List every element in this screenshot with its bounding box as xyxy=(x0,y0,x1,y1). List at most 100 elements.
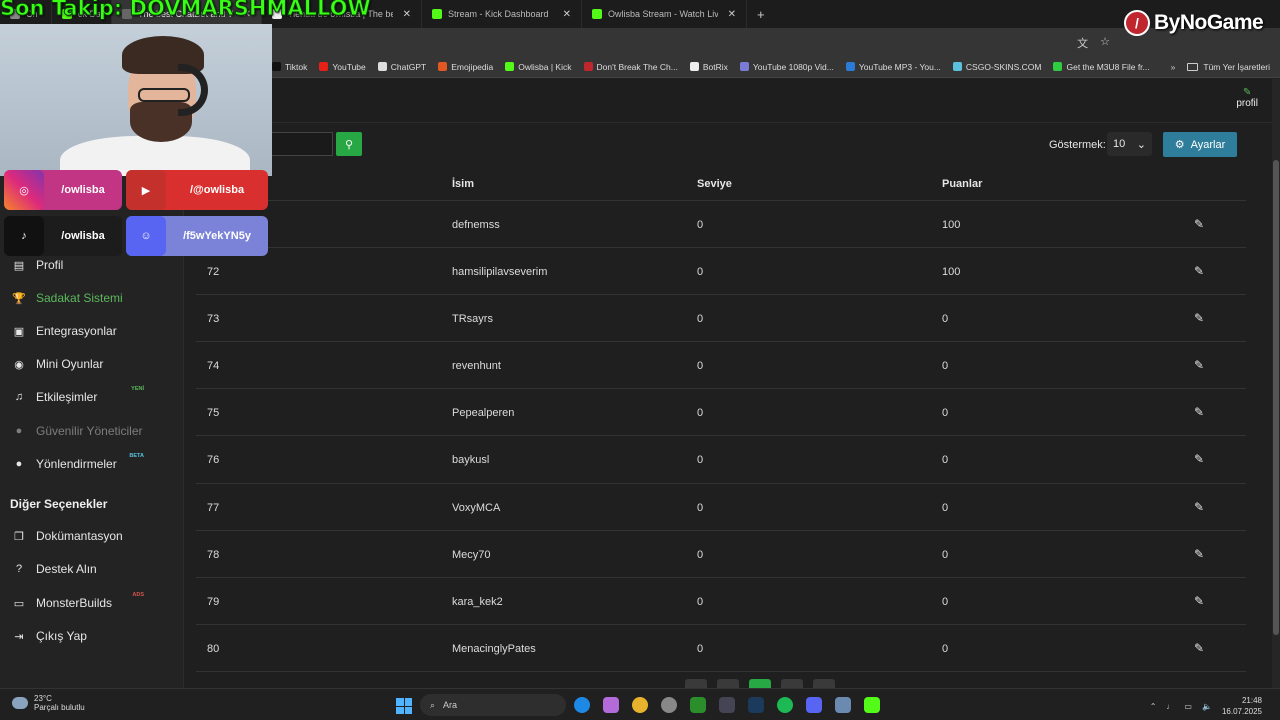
sidebar-item-label: Destek Alın xyxy=(36,562,97,576)
row-name: hamsilipilavseverim xyxy=(452,266,548,279)
sidebar-item[interactable]: ▤ Profil xyxy=(12,258,172,272)
bookmark-label: BotRix xyxy=(702,61,728,72)
browser-tab[interactable]: Stream - Kick Dashboard ✕ xyxy=(422,0,582,28)
column-header-level[interactable]: Seviye xyxy=(697,178,732,190)
bookmark-favicon-icon xyxy=(438,62,448,71)
page-size-value: 10 xyxy=(1113,138,1126,150)
edit-pencil-icon[interactable]: ✎ xyxy=(1194,500,1204,514)
edit-pencil-icon[interactable]: ✎ xyxy=(1194,641,1204,655)
edge-icon[interactable] xyxy=(574,697,590,713)
windows-start-icon[interactable] xyxy=(396,698,412,714)
obs-icon[interactable] xyxy=(661,697,677,713)
instagram-icon: ◎ xyxy=(4,170,44,210)
sidebar-item[interactable]: ⇥ Çıkış Yap xyxy=(12,629,172,643)
new-tab-button[interactable]: + xyxy=(747,7,775,22)
sidebar-item[interactable]: ♫ Etkileşimler YENİ xyxy=(12,386,172,404)
sidebar-item-label: MonsterBuilds xyxy=(36,596,113,610)
bookmark-favicon-icon xyxy=(845,62,855,71)
edit-pencil-icon[interactable]: ✎ xyxy=(1194,547,1204,561)
sidebar-item[interactable]: ❐ Dokümantasyon xyxy=(12,529,172,543)
settings-icon[interactable] xyxy=(835,697,851,713)
edit-pencil-icon[interactable]: ✎ xyxy=(1194,452,1204,466)
bookmark-label: YouTube xyxy=(332,61,366,72)
tab-label: Stream - Kick Dashboard xyxy=(448,9,549,19)
steam-icon[interactable] xyxy=(748,697,764,713)
star-icon[interactable]: ☆ xyxy=(1100,35,1110,51)
discord-icon[interactable] xyxy=(806,697,822,713)
volume-icon[interactable]: 🔈 xyxy=(1202,702,1212,711)
bookmark-label: CSGO-SKINS.COM xyxy=(965,61,1042,72)
sidebar-item[interactable]: ▭ MonsterBuilds ADS xyxy=(12,592,172,610)
page-size-select[interactable]: 10 ⌄ xyxy=(1107,132,1152,156)
sidebar-item[interactable]: 🏆 Sadakat Sistemi xyxy=(12,291,172,305)
close-icon[interactable]: ✕ xyxy=(403,9,411,20)
bookmark-item[interactable]: ChatGPT xyxy=(377,62,426,72)
kick-icon[interactable] xyxy=(864,697,880,713)
bookmark-item[interactable]: Get the M3U8 File fr... xyxy=(1053,62,1150,72)
spotify-icon[interactable] xyxy=(777,697,793,713)
microphone-icon[interactable]: ♩ xyxy=(1166,702,1174,711)
bookmark-item[interactable]: YouTube xyxy=(319,61,366,72)
row-level: 0 xyxy=(697,219,704,231)
page-scrollbar-thumb[interactable] xyxy=(1273,160,1279,635)
edit-pencil-icon[interactable]: ✎ xyxy=(1194,311,1204,325)
profile-link[interactable]: ✎ profil xyxy=(1236,87,1258,109)
clock[interactable]: 21:48 16.07.2025 xyxy=(1222,695,1262,717)
translate-icon[interactable]: 文 xyxy=(1077,35,1088,51)
column-header-name[interactable]: İsim xyxy=(452,178,474,190)
sidebar-item[interactable]: ● Yönlendirmeler BETA xyxy=(12,453,172,471)
weather-widget[interactable]: 23°C Parçalı bulutlu xyxy=(12,694,85,712)
bookmark-item[interactable]: YouTube 1080p Vid... xyxy=(739,62,834,72)
tab-favicon-icon xyxy=(432,9,442,19)
cloud-icon xyxy=(12,697,28,709)
sidebar-section-title: Diğer Seçenekler xyxy=(10,497,108,511)
row-id: 72 xyxy=(207,266,220,279)
edit-pencil-icon[interactable]: ✎ xyxy=(1194,405,1204,419)
bookmark-item[interactable]: CSGO-SKINS.COM xyxy=(952,61,1042,72)
edit-pencil-icon[interactable]: ✎ xyxy=(1194,594,1204,608)
row-id: 75 xyxy=(207,407,220,420)
edit-pencil-icon[interactable]: ✎ xyxy=(1194,264,1204,278)
pencil-icon: ✎ xyxy=(1242,87,1252,98)
column-header-points[interactable]: Puanlar xyxy=(942,178,982,190)
bookmarks-more-button[interactable]: » xyxy=(1171,62,1176,72)
taskbar-search[interactable]: ⌕ Ara xyxy=(420,694,566,716)
bookmark-item[interactable]: BotRix xyxy=(689,61,728,72)
bookmark-item[interactable]: Don't Break The Ch... xyxy=(583,62,678,72)
settings-button[interactable]: ⚙ Ayarlar xyxy=(1163,132,1237,157)
tiktok-icon: ♪ xyxy=(4,216,44,256)
bookmark-item[interactable]: Tiktok xyxy=(272,62,307,72)
sidebar-item-label: Etkileşimler xyxy=(36,390,98,404)
profile-link-label: profil xyxy=(1236,98,1258,109)
screen: Chck DaThe best ChatBot and Widgets✕Tien… xyxy=(0,0,1280,720)
chevron-up-icon[interactable]: ⌃ xyxy=(1150,702,1157,711)
chrome-icon[interactable] xyxy=(632,697,648,713)
sidebar-item[interactable]: ▣ Entegrasyonlar xyxy=(12,324,172,338)
browser-tab[interactable]: Owlisba Stream - Watch Live on ✕ xyxy=(582,0,747,28)
copilot-icon[interactable] xyxy=(603,697,619,713)
bookmark-item[interactable]: Emojipedia xyxy=(438,62,493,72)
main-content: ⚲ Göstermek: 10 ⌄ ⚙ Ayarlar İsim Seviye … xyxy=(185,123,1272,689)
webcam-overlay xyxy=(0,24,272,176)
display-icon[interactable]: ▭ xyxy=(1184,702,1192,711)
sidebar-item[interactable]: ● Güvenilir Yöneticiler xyxy=(12,424,172,438)
instagram-handle: /owlisba xyxy=(61,184,105,196)
bookmark-item[interactable]: YouTube MP3 - You... xyxy=(845,62,941,72)
search-button[interactable]: ⚲ xyxy=(336,132,362,156)
page-size-label: Göstermek: xyxy=(1049,139,1106,151)
row-points: 100 xyxy=(942,219,961,231)
edit-pencil-icon[interactable]: ✎ xyxy=(1194,217,1204,231)
search-input[interactable] xyxy=(265,132,333,156)
bookmark-item[interactable]: Owlisba | Kick xyxy=(505,62,572,72)
edit-pencil-icon[interactable]: ✎ xyxy=(1194,358,1204,372)
row-name: defnemss xyxy=(452,219,500,231)
sidebar-item-label: Profil xyxy=(36,258,64,272)
xbox-icon[interactable] xyxy=(690,697,706,713)
sidebar-item[interactable]: ? Destek Alın xyxy=(12,562,172,576)
sidebar-item[interactable]: ◉ Mini Oyunlar xyxy=(12,357,172,371)
app-icon[interactable] xyxy=(719,697,735,713)
settings-button-label: Ayarlar xyxy=(1190,138,1226,151)
close-icon[interactable]: ✕ xyxy=(563,9,571,20)
all-bookmarks-folder[interactable]: Tüm Yer İşaretleri xyxy=(1187,62,1270,72)
close-icon[interactable]: ✕ xyxy=(728,9,736,20)
